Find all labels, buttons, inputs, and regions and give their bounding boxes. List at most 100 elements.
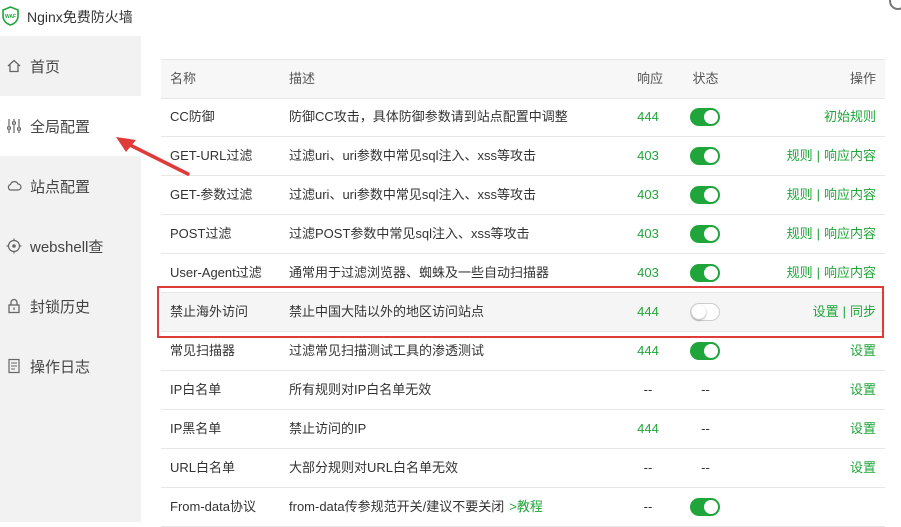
status-toggle[interactable] [690, 303, 720, 321]
action-link[interactable]: 响应内容 [824, 148, 876, 163]
tutorial-link[interactable]: >教程 [509, 499, 543, 514]
action-link[interactable]: 初始规则 [824, 109, 876, 124]
table-header: 名称 描述 响应 状态 操作 [161, 59, 885, 99]
status-toggle[interactable] [690, 225, 720, 243]
rule-name: IP白名单 [170, 382, 222, 397]
sidebar-item-block-history[interactable]: 封锁历史 [0, 276, 141, 336]
sidebar-item-label: 封锁历史 [30, 298, 91, 316]
row-actions: 规则 | 响应内容 [787, 137, 876, 175]
status-toggle[interactable] [690, 108, 720, 126]
table-row: 禁止海外访问 禁止中国大陆以外的地区访问站点 444 设置 | 同步 [161, 293, 885, 332]
response-code: 444 [637, 343, 659, 358]
rule-description-text: 过滤常见扫描测试工具的渗透测试 [289, 343, 485, 358]
status-toggle[interactable] [690, 264, 720, 282]
status-toggle[interactable] [690, 186, 720, 204]
action-link[interactable]: 规则 [787, 226, 813, 241]
action-link[interactable]: 设置 [850, 421, 876, 436]
action-separator: | [816, 226, 820, 241]
action-link[interactable]: 响应内容 [824, 265, 876, 280]
response-code: 403 [637, 187, 659, 202]
response-code: -- [643, 499, 653, 514]
response-code: 444 [637, 304, 659, 319]
document-icon [6, 358, 22, 374]
row-actions: 规则 | 响应内容 [787, 176, 876, 214]
rule-description-text: 大部分规则对URL白名单无效 [289, 460, 459, 475]
row-actions: 设置 | 同步 [813, 293, 876, 331]
target-icon [6, 238, 22, 254]
sidebar-item-home[interactable]: 首页 [0, 36, 141, 96]
action-link[interactable]: 响应内容 [824, 226, 876, 241]
action-separator: | [816, 265, 820, 280]
table-row: IP白名单 所有规则对IP白名单无效 -- -- 设置 [161, 371, 885, 410]
table-row: POST过滤 过滤POST参数中常见sql注入、xss等攻击 403 规则 | 响应内容 [161, 215, 885, 254]
window-close-button[interactable] [889, 0, 901, 10]
rule-name: URL白名单 [170, 460, 236, 475]
sidebar-item-label: 站点配置 [30, 178, 91, 196]
rule-description-text: 通常用于过滤浏览器、蜘蛛及一些自动扫描器 [289, 265, 550, 280]
rule-description: 过滤常见扫描测试工具的渗透测试 [289, 332, 484, 370]
action-link[interactable]: 响应内容 [824, 187, 876, 202]
rule-description: 过滤uri、uri参数中常见sql注入、xss等攻击 [289, 176, 536, 214]
row-actions: 设置 [850, 371, 876, 409]
header-resp: 响应 [637, 71, 664, 86]
sidebar-item-operation-log[interactable]: 操作日志 [0, 336, 141, 396]
row-actions: 初始规则 [824, 98, 876, 136]
rule-description: 禁止中国大陆以外的地区访问站点 [289, 293, 484, 331]
rule-description-text: 过滤uri、uri参数中常见sql注入、xss等攻击 [289, 148, 537, 163]
rule-name: GET-参数过滤 [170, 187, 253, 202]
sliders-icon [6, 118, 22, 134]
header-name: 名称 [170, 71, 197, 86]
lock-icon [6, 298, 22, 314]
response-code: 444 [637, 109, 659, 124]
action-link[interactable]: 同步 [850, 304, 876, 319]
rule-description: from-data传参规范开关/建议不要关闭 >教程 [289, 488, 543, 526]
action-link[interactable]: 设置 [850, 343, 876, 358]
sidebar-item-global-config[interactable]: 全局配置 [0, 96, 141, 156]
status-toggle[interactable] [690, 498, 720, 516]
row-actions: 规则 | 响应内容 [787, 215, 876, 253]
status-toggle[interactable] [690, 147, 720, 165]
table-row: CC防御 防御CC攻击，具体防御参数请到站点配置中调整 444 初始规则 [161, 98, 885, 137]
action-link[interactable]: 设置 [813, 304, 839, 319]
rule-description: 禁止访问的IP [289, 410, 366, 448]
rule-name: 禁止海外访问 [170, 304, 249, 319]
header-desc: 描述 [289, 71, 316, 86]
row-actions: 设置 [850, 449, 876, 487]
sidebar-item-site-config[interactable]: 站点配置 [0, 156, 141, 216]
cloud-icon [6, 178, 22, 194]
rule-description-text: 防御CC攻击，具体防御参数请到站点配置中调整 [289, 109, 568, 124]
response-code: 403 [637, 265, 659, 280]
sidebar-item-webshell[interactable]: webshell查 [0, 216, 141, 276]
table-row: URL白名单 大部分规则对URL白名单无效 -- -- 设置 [161, 449, 885, 488]
action-link[interactable]: 规则 [787, 265, 813, 280]
response-code: 403 [637, 226, 659, 241]
response-code: -- [643, 382, 653, 397]
row-actions: 规则 | 响应内容 [787, 254, 876, 292]
header-ops: 操作 [849, 71, 876, 86]
title-bar: WAF Nginx免费防火墙 [0, 0, 901, 36]
rule-name: 常见扫描器 [170, 343, 236, 358]
status-toggle[interactable] [690, 342, 720, 360]
rule-description-text: 禁止访问的IP [289, 421, 367, 436]
rule-description: 防御CC攻击，具体防御参数请到站点配置中调整 [289, 98, 568, 136]
rule-description-text: 所有规则对IP白名单无效 [289, 382, 432, 397]
rule-name: User-Agent过滤 [170, 265, 262, 280]
rule-description-text: from-data传参规范开关/建议不要关闭 [289, 499, 505, 514]
action-separator: | [842, 304, 846, 319]
home-icon [6, 58, 22, 74]
rule-description: 通常用于过滤浏览器、蜘蛛及一些自动扫描器 [289, 254, 549, 292]
rule-name: CC防御 [170, 109, 215, 124]
action-link[interactable]: 设置 [850, 460, 876, 475]
status-text: -- [701, 421, 710, 436]
header-state: 状态 [692, 71, 719, 86]
action-link[interactable]: 规则 [787, 187, 813, 202]
rule-name: POST过滤 [170, 226, 232, 241]
sidebar-item-label: webshell查 [30, 238, 104, 256]
table-row: GET-参数过滤 过滤uri、uri参数中常见sql注入、xss等攻击 403 规则 |… [161, 176, 885, 215]
rule-description-text: 过滤POST参数中常见sql注入、xss等攻击 [289, 226, 530, 241]
rule-description-text: 禁止中国大陆以外的地区访问站点 [289, 304, 485, 319]
action-link[interactable]: 规则 [787, 148, 813, 163]
status-text: -- [701, 460, 710, 475]
action-link[interactable]: 设置 [850, 382, 876, 397]
rule-description: 过滤POST参数中常见sql注入、xss等攻击 [289, 215, 530, 253]
